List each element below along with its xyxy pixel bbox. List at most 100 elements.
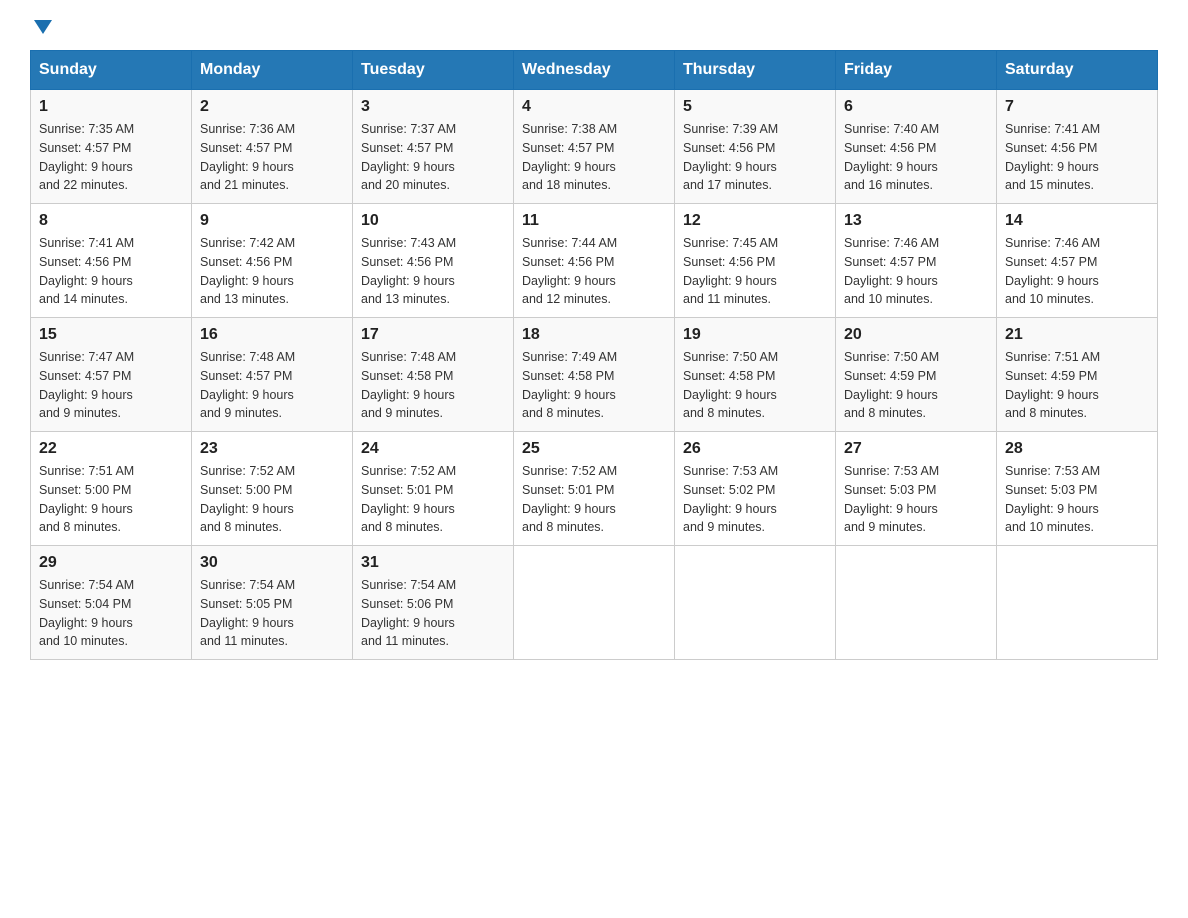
calendar-cell: 15 Sunrise: 7:47 AM Sunset: 4:57 PM Dayl… [31,318,192,432]
calendar-cell: 29 Sunrise: 7:54 AM Sunset: 5:04 PM Dayl… [31,546,192,660]
day-info: Sunrise: 7:42 AM Sunset: 4:56 PM Dayligh… [200,234,344,309]
day-number: 21 [1005,326,1149,344]
calendar-week-row: 22 Sunrise: 7:51 AM Sunset: 5:00 PM Dayl… [31,432,1158,546]
day-info: Sunrise: 7:52 AM Sunset: 5:01 PM Dayligh… [361,462,505,537]
calendar-cell [514,546,675,660]
calendar-cell: 18 Sunrise: 7:49 AM Sunset: 4:58 PM Dayl… [514,318,675,432]
calendar-cell: 12 Sunrise: 7:45 AM Sunset: 4:56 PM Dayl… [675,204,836,318]
day-info: Sunrise: 7:53 AM Sunset: 5:03 PM Dayligh… [1005,462,1149,537]
day-info: Sunrise: 7:50 AM Sunset: 4:58 PM Dayligh… [683,348,827,423]
day-number: 12 [683,212,827,230]
calendar-week-row: 8 Sunrise: 7:41 AM Sunset: 4:56 PM Dayli… [31,204,1158,318]
day-info: Sunrise: 7:47 AM Sunset: 4:57 PM Dayligh… [39,348,183,423]
weekday-header-saturday: Saturday [997,51,1158,90]
calendar-cell: 8 Sunrise: 7:41 AM Sunset: 4:56 PM Dayli… [31,204,192,318]
day-number: 25 [522,440,666,458]
day-number: 10 [361,212,505,230]
calendar-cell: 19 Sunrise: 7:50 AM Sunset: 4:58 PM Dayl… [675,318,836,432]
day-number: 28 [1005,440,1149,458]
day-info: Sunrise: 7:46 AM Sunset: 4:57 PM Dayligh… [1005,234,1149,309]
calendar-cell: 11 Sunrise: 7:44 AM Sunset: 4:56 PM Dayl… [514,204,675,318]
day-info: Sunrise: 7:52 AM Sunset: 5:01 PM Dayligh… [522,462,666,537]
day-info: Sunrise: 7:45 AM Sunset: 4:56 PM Dayligh… [683,234,827,309]
calendar-week-row: 15 Sunrise: 7:47 AM Sunset: 4:57 PM Dayl… [31,318,1158,432]
day-info: Sunrise: 7:48 AM Sunset: 4:58 PM Dayligh… [361,348,505,423]
calendar-cell: 23 Sunrise: 7:52 AM Sunset: 5:00 PM Dayl… [192,432,353,546]
day-number: 20 [844,326,988,344]
weekday-header-tuesday: Tuesday [353,51,514,90]
calendar-cell: 31 Sunrise: 7:54 AM Sunset: 5:06 PM Dayl… [353,546,514,660]
weekday-header-monday: Monday [192,51,353,90]
day-info: Sunrise: 7:41 AM Sunset: 4:56 PM Dayligh… [1005,120,1149,195]
calendar-cell: 16 Sunrise: 7:48 AM Sunset: 4:57 PM Dayl… [192,318,353,432]
day-info: Sunrise: 7:48 AM Sunset: 4:57 PM Dayligh… [200,348,344,423]
day-number: 31 [361,554,505,572]
day-number: 13 [844,212,988,230]
day-number: 23 [200,440,344,458]
day-number: 22 [39,440,183,458]
day-number: 7 [1005,98,1149,116]
weekday-header-wednesday: Wednesday [514,51,675,90]
calendar-cell: 14 Sunrise: 7:46 AM Sunset: 4:57 PM Dayl… [997,204,1158,318]
day-number: 16 [200,326,344,344]
day-number: 26 [683,440,827,458]
calendar-cell: 3 Sunrise: 7:37 AM Sunset: 4:57 PM Dayli… [353,90,514,204]
calendar-cell: 2 Sunrise: 7:36 AM Sunset: 4:57 PM Dayli… [192,90,353,204]
day-info: Sunrise: 7:37 AM Sunset: 4:57 PM Dayligh… [361,120,505,195]
calendar-cell: 26 Sunrise: 7:53 AM Sunset: 5:02 PM Dayl… [675,432,836,546]
day-number: 30 [200,554,344,572]
day-info: Sunrise: 7:52 AM Sunset: 5:00 PM Dayligh… [200,462,344,537]
calendar-cell: 10 Sunrise: 7:43 AM Sunset: 4:56 PM Dayl… [353,204,514,318]
day-number: 1 [39,98,183,116]
day-number: 3 [361,98,505,116]
day-number: 29 [39,554,183,572]
day-info: Sunrise: 7:54 AM Sunset: 5:05 PM Dayligh… [200,576,344,651]
day-number: 24 [361,440,505,458]
calendar-cell: 24 Sunrise: 7:52 AM Sunset: 5:01 PM Dayl… [353,432,514,546]
logo [30,20,52,30]
day-number: 8 [39,212,183,230]
day-info: Sunrise: 7:43 AM Sunset: 4:56 PM Dayligh… [361,234,505,309]
day-number: 11 [522,212,666,230]
calendar-cell [836,546,997,660]
day-info: Sunrise: 7:51 AM Sunset: 4:59 PM Dayligh… [1005,348,1149,423]
day-info: Sunrise: 7:35 AM Sunset: 4:57 PM Dayligh… [39,120,183,195]
day-info: Sunrise: 7:44 AM Sunset: 4:56 PM Dayligh… [522,234,666,309]
day-number: 9 [200,212,344,230]
calendar-cell: 6 Sunrise: 7:40 AM Sunset: 4:56 PM Dayli… [836,90,997,204]
calendar-table: SundayMondayTuesdayWednesdayThursdayFrid… [30,50,1158,660]
weekday-header-sunday: Sunday [31,51,192,90]
day-info: Sunrise: 7:36 AM Sunset: 4:57 PM Dayligh… [200,120,344,195]
day-number: 5 [683,98,827,116]
calendar-cell: 20 Sunrise: 7:50 AM Sunset: 4:59 PM Dayl… [836,318,997,432]
weekday-header-row: SundayMondayTuesdayWednesdayThursdayFrid… [31,51,1158,90]
day-info: Sunrise: 7:51 AM Sunset: 5:00 PM Dayligh… [39,462,183,537]
weekday-header-friday: Friday [836,51,997,90]
calendar-cell: 1 Sunrise: 7:35 AM Sunset: 4:57 PM Dayli… [31,90,192,204]
calendar-cell: 21 Sunrise: 7:51 AM Sunset: 4:59 PM Dayl… [997,318,1158,432]
day-info: Sunrise: 7:39 AM Sunset: 4:56 PM Dayligh… [683,120,827,195]
calendar-cell: 17 Sunrise: 7:48 AM Sunset: 4:58 PM Dayl… [353,318,514,432]
calendar-cell: 25 Sunrise: 7:52 AM Sunset: 5:01 PM Dayl… [514,432,675,546]
calendar-cell: 9 Sunrise: 7:42 AM Sunset: 4:56 PM Dayli… [192,204,353,318]
day-number: 18 [522,326,666,344]
calendar-cell: 4 Sunrise: 7:38 AM Sunset: 4:57 PM Dayli… [514,90,675,204]
day-number: 14 [1005,212,1149,230]
day-info: Sunrise: 7:54 AM Sunset: 5:04 PM Dayligh… [39,576,183,651]
day-info: Sunrise: 7:54 AM Sunset: 5:06 PM Dayligh… [361,576,505,651]
day-number: 4 [522,98,666,116]
calendar-cell: 13 Sunrise: 7:46 AM Sunset: 4:57 PM Dayl… [836,204,997,318]
calendar-week-row: 29 Sunrise: 7:54 AM Sunset: 5:04 PM Dayl… [31,546,1158,660]
calendar-cell: 7 Sunrise: 7:41 AM Sunset: 4:56 PM Dayli… [997,90,1158,204]
page-header [30,20,1158,30]
day-number: 19 [683,326,827,344]
calendar-cell: 28 Sunrise: 7:53 AM Sunset: 5:03 PM Dayl… [997,432,1158,546]
calendar-week-row: 1 Sunrise: 7:35 AM Sunset: 4:57 PM Dayli… [31,90,1158,204]
day-info: Sunrise: 7:50 AM Sunset: 4:59 PM Dayligh… [844,348,988,423]
day-number: 2 [200,98,344,116]
logo-triangle-icon [34,20,52,34]
weekday-header-thursday: Thursday [675,51,836,90]
calendar-cell: 22 Sunrise: 7:51 AM Sunset: 5:00 PM Dayl… [31,432,192,546]
calendar-cell [675,546,836,660]
day-info: Sunrise: 7:53 AM Sunset: 5:02 PM Dayligh… [683,462,827,537]
